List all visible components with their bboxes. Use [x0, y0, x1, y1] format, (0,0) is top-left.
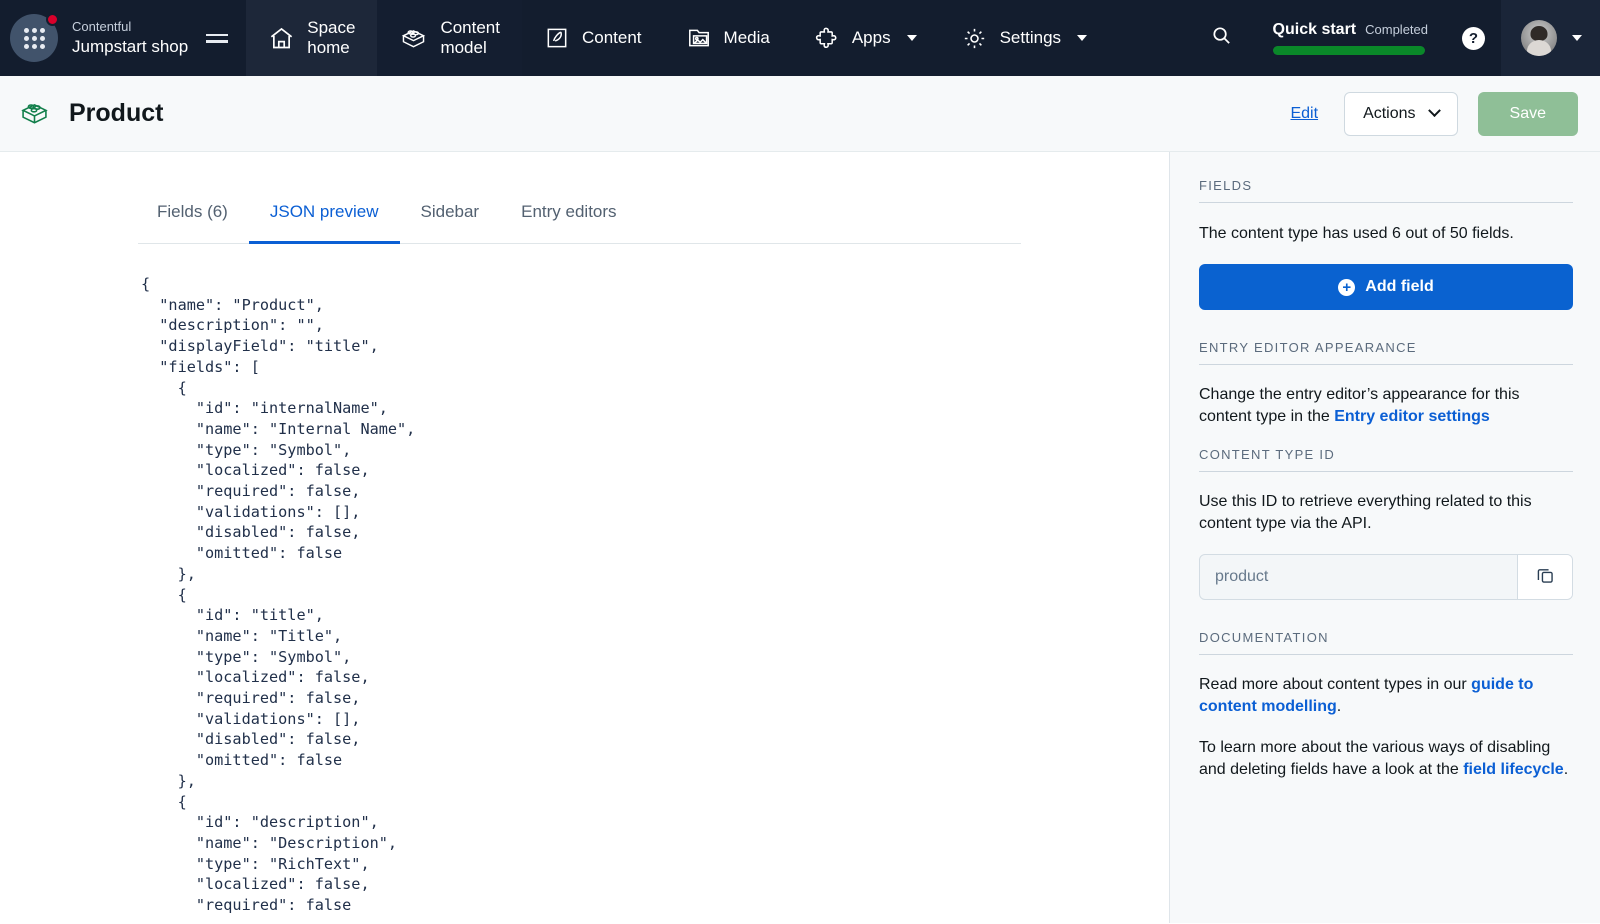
search-icon	[1210, 24, 1233, 52]
nav-label-line1: Space	[307, 18, 355, 37]
apps-puzzle-icon	[814, 25, 840, 51]
avatar	[1521, 20, 1557, 56]
save-button[interactable]: Save	[1478, 92, 1578, 136]
help-button[interactable]: ?	[1446, 0, 1501, 76]
plus-icon: +	[1338, 279, 1355, 296]
grid-dots-icon	[24, 28, 45, 49]
tab-sidebar[interactable]: Sidebar	[400, 190, 501, 244]
nav-label-line1: Content	[440, 18, 500, 37]
account-menu[interactable]	[1501, 0, 1600, 76]
entry-editor-settings-link[interactable]: Entry editor settings	[1334, 408, 1490, 425]
fields-usage-text: The content type has used 6 out of 50 fi…	[1199, 223, 1573, 245]
main-content-column: Fields (6) JSON preview Sidebar Entry ed…	[0, 152, 1169, 923]
field-lifecycle-link[interactable]: field lifecycle	[1463, 761, 1564, 778]
content-type-id-text: Use this ID to retrieve everything relat…	[1199, 491, 1573, 535]
nav-item-content[interactable]: Content	[522, 0, 664, 76]
add-field-button[interactable]: + Add field	[1199, 264, 1573, 310]
content-type-tabs: Fields (6) JSON preview Sidebar Entry ed…	[138, 190, 1021, 244]
chevron-down-icon	[1428, 104, 1441, 117]
content-type-block-icon	[18, 97, 51, 130]
nav-label-line2: home	[307, 38, 350, 57]
quick-start-status: Completed	[1365, 22, 1428, 37]
sidebar-heading-entry-editor-appearance: ENTRY EDITOR APPEARANCE	[1199, 340, 1573, 365]
nav-item-content-model-label: Content model	[440, 18, 500, 59]
menu-hamburger-icon[interactable]	[202, 0, 232, 76]
doc-p1-before: Read more about content types in our	[1199, 676, 1471, 693]
nav-item-media[interactable]: Media	[664, 0, 792, 76]
help-question-icon: ?	[1462, 27, 1485, 50]
copy-button[interactable]	[1517, 555, 1572, 599]
search-button[interactable]	[1188, 0, 1255, 76]
nav-item-space-home[interactable]: Space home	[246, 0, 377, 76]
main-inner: Fields (6) JSON preview Sidebar Entry ed…	[0, 190, 1169, 916]
nav-item-settings-label: Settings	[1000, 28, 1061, 48]
page-title: Product	[69, 99, 163, 128]
gear-icon	[961, 25, 988, 52]
nav-item-settings[interactable]: Settings	[939, 0, 1109, 76]
doc-p2-after: .	[1564, 761, 1568, 778]
tab-json-preview[interactable]: JSON preview	[249, 190, 400, 244]
entry-editor-appearance-text: Change the entry editor’s appearance for…	[1199, 384, 1573, 428]
quick-start-title: Quick start	[1273, 21, 1357, 39]
content-pen-icon	[544, 25, 570, 51]
add-field-button-label: Add field	[1365, 278, 1433, 296]
copy-icon	[1535, 565, 1556, 589]
chevron-down-icon	[1572, 35, 1582, 41]
space-name: Jumpstart shop	[72, 36, 188, 57]
nav-item-content-model[interactable]: Content model	[377, 0, 522, 76]
nav-item-apps-label: Apps	[852, 28, 891, 48]
quick-start-progress-fill	[1273, 46, 1425, 55]
nav-label-line2: model	[440, 38, 486, 57]
sidebar-heading-documentation: DOCUMENTATION	[1199, 630, 1573, 655]
nav-spacer	[1109, 0, 1188, 76]
nav-item-apps[interactable]: Apps	[792, 0, 939, 76]
content-type-id-field	[1199, 554, 1573, 600]
sidebar-heading-fields: FIELDS	[1199, 178, 1573, 203]
sidebar-heading-content-type-id: CONTENT TYPE ID	[1199, 447, 1573, 472]
media-image-icon	[686, 25, 712, 51]
body-wrapper: Fields (6) JSON preview Sidebar Entry ed…	[0, 152, 1600, 923]
nav-item-media-label: Media	[724, 28, 770, 48]
content-type-id-input[interactable]	[1200, 555, 1517, 599]
quick-start-widget[interactable]: Quick start Completed	[1255, 0, 1446, 76]
nav-item-content-label: Content	[582, 28, 642, 48]
tab-fields[interactable]: Fields (6)	[138, 190, 249, 244]
contentful-logo[interactable]	[10, 14, 58, 62]
doc-p1-after: .	[1337, 698, 1341, 715]
top-navigation-bar: Contentful Jumpstart shop Space home	[0, 0, 1600, 76]
documentation-paragraph-2: To learn more about the various ways of …	[1199, 737, 1573, 781]
chevron-down-icon	[907, 35, 917, 41]
quick-start-progress-bar	[1273, 46, 1425, 55]
notification-badge	[46, 13, 59, 26]
organization-name: Contentful	[72, 19, 188, 35]
quick-start-row: Quick start Completed	[1273, 21, 1428, 39]
home-icon	[268, 25, 295, 52]
actions-button-label: Actions	[1363, 105, 1415, 123]
content-type-sidebar: FIELDS The content type has used 6 out o…	[1169, 152, 1600, 923]
page-header: Product Edit Actions Save	[0, 76, 1600, 152]
chevron-down-icon	[1077, 35, 1087, 41]
json-preview-code: { "name": "Product", "description": "", …	[141, 244, 1169, 916]
edit-link[interactable]: Edit	[1290, 105, 1318, 123]
brand-text[interactable]: Contentful Jumpstart shop	[72, 19, 188, 57]
content-model-icon	[399, 24, 428, 53]
brand-area: Contentful Jumpstart shop	[0, 0, 246, 76]
tab-entry-editors[interactable]: Entry editors	[500, 190, 637, 244]
nav-item-space-home-label: Space home	[307, 18, 355, 59]
actions-button[interactable]: Actions	[1344, 92, 1457, 136]
nav-right-group: Quick start Completed ?	[1188, 0, 1600, 76]
documentation-paragraph-1: Read more about content types in our gui…	[1199, 674, 1573, 718]
